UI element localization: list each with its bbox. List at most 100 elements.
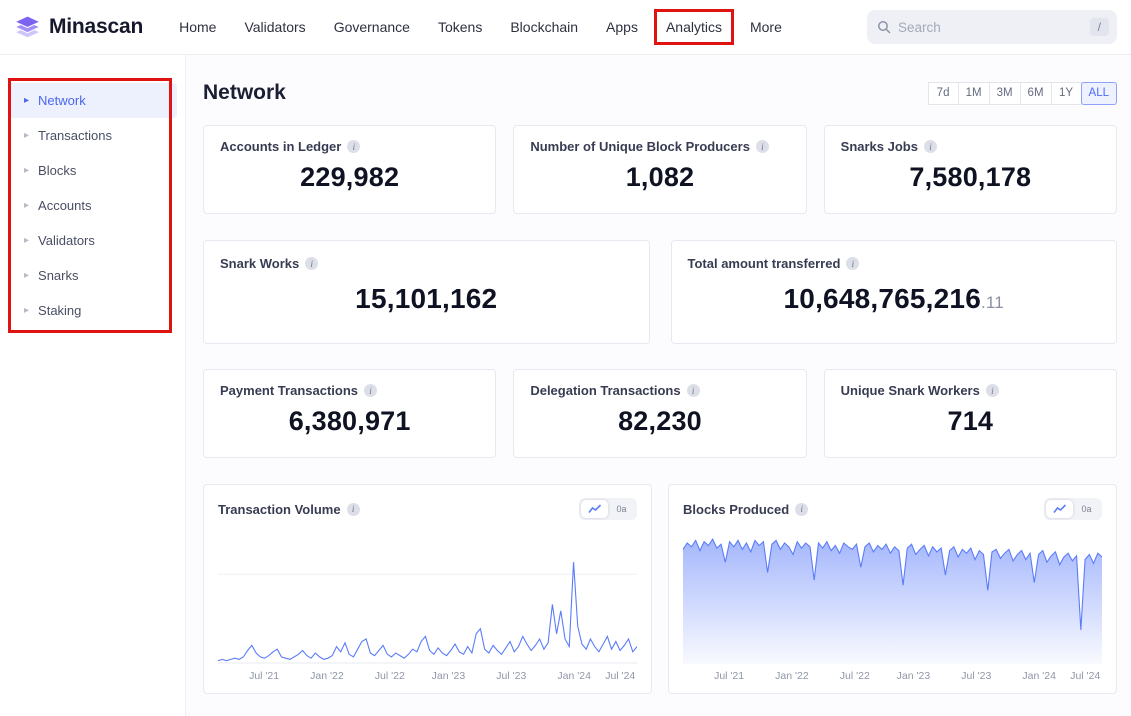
nav-item-apps[interactable]: Apps [592,0,652,55]
top-navbar: Minascan Home Validators Governance Toke… [0,0,1131,55]
info-icon[interactable] [985,384,999,397]
nav-item-home[interactable]: Home [165,0,230,55]
stat-card-total-amount-transferred: Total amount transferred 10,648,765,216.… [670,240,1117,344]
sidebar-item-staking[interactable]: Staking [8,293,177,328]
range-button-3m[interactable]: 3M [988,81,1021,105]
search-bar[interactable]: / [867,10,1117,44]
stat-value: 6,380,971 [288,406,411,436]
stat-label: Unique Snark Workers [840,383,980,398]
chart-title: Blocks Produced [683,501,790,517]
chart-type-toggle: 0a [1044,498,1102,520]
scale-toggle[interactable]: 0a [608,500,635,518]
x-axis-tick: Jul '24 [1070,670,1101,682]
nav-item-governance[interactable]: Governance [320,0,424,55]
x-axis-tick: Jan '24 [557,670,591,682]
nav-item-more[interactable]: More [736,0,796,55]
info-icon[interactable] [795,502,809,516]
stat-card-delegation-transactions: Delegation Transactions 82,230 [513,369,807,458]
sidebar-item-snarks[interactable]: Snarks [8,258,177,293]
stat-value-decimals: .11 [980,293,1004,312]
info-icon[interactable] [305,257,319,270]
line-chart-toggle[interactable] [581,500,608,518]
stat-card-snarks-jobs: Snarks Jobs 7,580,178 [823,125,1117,214]
range-button-6m[interactable]: 6M [1019,81,1052,105]
chart-card-blocks-produced: Blocks Produced 0a [668,484,1117,694]
nav-item-analytics[interactable]: Analytics [652,0,736,55]
nav-item-blockchain[interactable]: Blockchain [496,0,592,55]
stat-label: Number of Unique Block Producers [530,139,750,154]
info-icon[interactable] [346,502,360,516]
x-axis-tick: Jan '22 [310,670,344,682]
stat-card-payment-transactions: Payment Transactions 6,380,971 [203,369,497,458]
stat-label: Accounts in Ledger [220,139,342,154]
range-button-all[interactable]: ALL [1080,81,1117,105]
analytics-sidebar: Network Transactions Blocks Accounts Val… [0,55,186,716]
sidebar-item-network[interactable]: Network [8,83,177,118]
stat-value: 82,230 [618,406,702,436]
minascan-logo-icon [14,15,41,38]
range-button-7d[interactable]: 7d [927,81,959,105]
x-axis-tick: Jan '22 [775,670,809,682]
chart-type-toggle: 0a [579,498,637,520]
brand-name: Minascan [49,15,144,38]
x-axis-tick: Jul '22 [839,670,870,682]
x-axis-tick: Jul '21 [714,670,745,682]
stat-label: Delegation Transactions [530,383,681,398]
blocks-produced-chart [683,537,1102,664]
stat-card-snark-works: Snark Works 15,101,162 [203,240,650,344]
info-icon[interactable] [755,140,769,153]
x-axis-tick: Jul '24 [605,670,636,682]
stats-row-3: Payment Transactions 6,380,971 Delegatio… [203,369,1117,458]
nav-item-validators[interactable]: Validators [230,0,319,55]
time-range-selector: 7d 1M 3M 6M 1Y ALL [927,81,1117,105]
search-icon [878,21,891,34]
info-icon[interactable] [347,140,361,153]
info-icon[interactable] [686,384,700,397]
search-input[interactable] [898,19,1083,35]
stat-card-accounts-in-ledger: Accounts in Ledger 229,982 [203,125,497,214]
chart-title: Transaction Volume [218,501,341,517]
range-button-1y[interactable]: 1Y [1050,81,1082,105]
info-icon[interactable] [923,140,937,153]
search-shortcut-key: / [1089,18,1109,36]
x-axis-tick: Jul '23 [496,670,527,682]
sidebar-item-blocks[interactable]: Blocks [8,153,177,188]
range-button-1m[interactable]: 1M [957,81,990,105]
info-icon[interactable] [364,384,377,397]
line-chart-toggle[interactable] [1046,500,1073,518]
stat-value: 7,580,178 [909,162,1032,192]
sidebar-item-transactions[interactable]: Transactions [8,118,177,153]
blocks-produced-x-axis: Jul '21 Jan '22 Jul '22 Jan '23 Jul '23 Jan '… [683,668,1102,685]
info-icon[interactable] [846,257,860,270]
transaction-volume-chart [218,562,637,664]
stat-value: 10,648,765,216.11 [783,283,1004,314]
scale-toggle[interactable]: 0a [1073,500,1100,518]
x-axis-tick: Jan '23 [896,670,931,682]
stat-value: 15,101,162 [355,283,498,314]
sidebar-item-validators[interactable]: Validators [8,223,177,258]
x-axis-tick: Jan '24 [1022,670,1056,682]
line-chart-icon [1052,504,1066,513]
x-axis-tick: Jan '23 [431,670,466,682]
stats-row-1: Accounts in Ledger 229,982 Number of Uni… [203,125,1117,214]
brand[interactable]: Minascan [14,15,143,40]
main-content: Network 7d 1M 3M 6M 1Y ALL Accounts in L… [186,55,1131,716]
sidebar-item-accounts[interactable]: Accounts [8,188,177,223]
line-chart-icon [587,504,601,513]
stat-card-unique-snark-workers: Unique Snark Workers 714 [823,369,1117,458]
stat-value: 1,082 [625,162,695,192]
stat-value: 714 [947,406,994,436]
stat-label: Payment Transactions [220,383,358,398]
stat-value: 229,982 [300,162,400,192]
x-axis-tick: Jul '22 [374,670,405,682]
transaction-volume-x-axis: Jul '21 Jan '22 Jul '22 Jan '23 Jul '23 Jan '… [218,668,637,685]
x-axis-tick: Jul '21 [249,670,280,682]
stat-label: Snarks Jobs [840,139,918,154]
nav-item-tokens[interactable]: Tokens [424,0,496,55]
chart-card-transaction-volume: Transaction Volume 0a [203,484,652,694]
stat-label: Snark Works [220,256,300,271]
main-nav: Home Validators Governance Tokens Blockc… [165,0,796,55]
stats-row-2: Snark Works 15,101,162 Total amount tran… [203,240,1117,344]
charts-row: Transaction Volume 0a [203,484,1117,694]
stat-label: Total amount transferred [687,256,841,271]
